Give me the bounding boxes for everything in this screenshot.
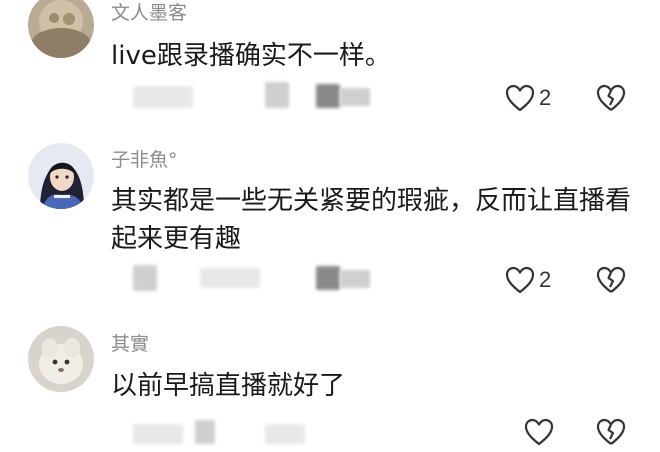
location [195,420,215,444]
reply-label [340,88,370,106]
like-count: 2 [539,267,552,292]
dislike-button[interactable] [596,262,626,298]
heart-outline-icon [505,266,535,294]
dislike-button[interactable] [596,80,626,116]
broken-heart-icon [596,84,626,111]
location [200,268,260,288]
reply-button[interactable] [316,84,340,108]
like-button[interactable]: 2 [505,262,551,298]
heart-outline-icon [505,84,535,112]
reply-label [340,270,370,288]
comment-item: 子非魚° 其实都是一些无关紧要的瑕疵，反而让直播看起来更有趣 2 [0,140,660,310]
timestamp [133,86,193,108]
location [265,82,289,108]
avatar[interactable] [28,143,94,209]
timestamp [133,265,157,291]
broken-heart-icon [596,418,626,445]
comment-text: live跟录播确实不一样。 [111,41,391,71]
avatar[interactable] [28,0,94,58]
reply-button[interactable] [316,266,340,290]
comment-text: 其实都是一些无关紧要的瑕疵，反而让直播看起来更有趣 [111,186,632,254]
like-button[interactable] [524,414,558,450]
heart-outline-icon [524,418,554,446]
timestamp [133,424,183,444]
like-count: 2 [539,85,552,110]
username[interactable]: 文人墨客 [111,2,187,24]
comment-item: 文人墨客 live跟录播确实不一样。 2 [0,0,660,125]
dislike-button[interactable] [596,414,626,450]
broken-heart-icon [596,266,626,293]
comment-actions: 2 [0,260,660,300]
username[interactable]: 其實 [111,333,149,355]
reply-label [265,424,305,444]
username[interactable]: 子非魚° [111,149,178,171]
avatar[interactable] [28,326,94,392]
comment-text: 以前早搞直播就好了 [111,371,346,401]
comment-actions [0,412,660,452]
comment-item: 其實 以前早搞直播就好了 [0,320,660,446]
comment-actions: 2 [0,78,660,118]
like-button[interactable]: 2 [505,80,551,116]
